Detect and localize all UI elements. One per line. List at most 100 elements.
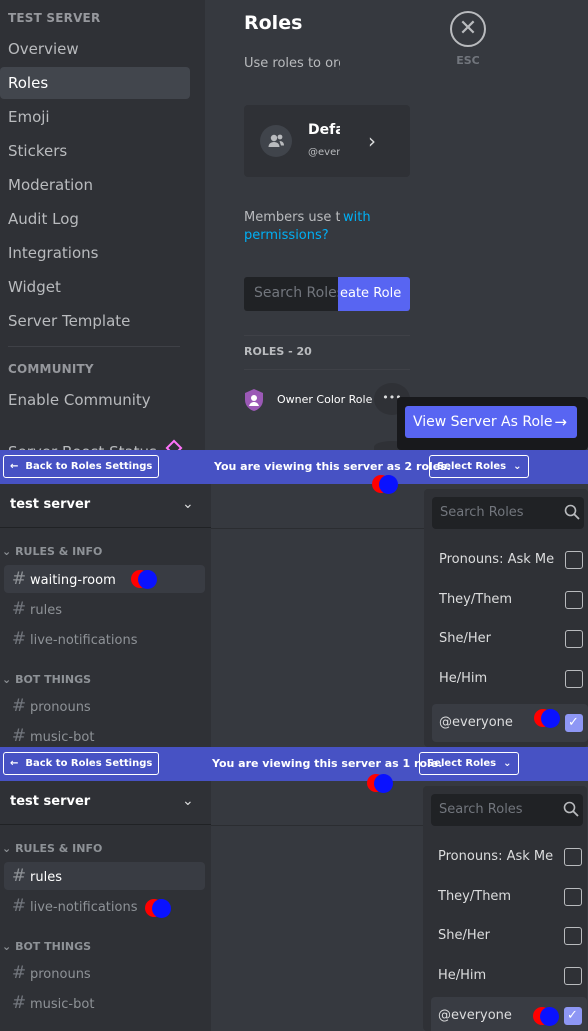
default-card-title: Defa	[308, 122, 340, 138]
role-checkbox[interactable]	[564, 967, 582, 985]
role-option[interactable]: She/Her	[431, 917, 587, 955]
role-option[interactable]: @everyone	[432, 704, 588, 742]
role-checkbox[interactable]	[565, 591, 583, 609]
roles-settings-panel: TEST SERVER Overview Roles Emoji Sticker…	[0, 0, 588, 450]
sidebar-item-roles[interactable]: Roles	[0, 67, 190, 99]
role-checkbox[interactable]	[564, 848, 582, 866]
server-view-panel: test server ⌄ ⌄ RULES & INFO # rules # liv…	[0, 781, 588, 1031]
permissions-link[interactable]: permissions?	[244, 228, 329, 243]
chevron-down-icon: ⌄	[2, 842, 12, 855]
role-option-label: They/Them	[439, 592, 513, 607]
role-checkbox[interactable]	[565, 551, 583, 569]
sidebar-item-emoji[interactable]: Emoji	[0, 101, 190, 133]
category-rules-info[interactable]: ⌄ RULES & INFO	[2, 842, 102, 855]
sidebar-item-audit-log[interactable]: Audit Log	[0, 203, 190, 235]
role-option[interactable]: He/Him	[432, 660, 588, 698]
search-roles-input[interactable]: Search Roles	[244, 277, 340, 311]
back-to-roles-button[interactable]: ← Back to Roles Settings	[3, 455, 160, 478]
back-to-roles-label: Back to Roles Settings	[25, 461, 153, 472]
server-header[interactable]: test server ⌄	[0, 484, 211, 528]
role-checkbox[interactable]	[565, 704, 583, 742]
channel-live-notifications[interactable]: # live-notifications	[4, 625, 205, 653]
close-icon[interactable]: ✕	[450, 11, 486, 47]
view-server-as-role-button[interactable]: View Server As Role →	[405, 406, 577, 438]
channel-music-bot[interactable]: # music-bot	[4, 722, 205, 747]
role-option[interactable]: They/Them	[431, 878, 587, 916]
roles-count-header: ROLES - 20	[244, 345, 312, 358]
sidebar-item-integrations[interactable]: Integrations	[0, 237, 190, 269]
arrow-left-icon: ←	[10, 758, 19, 769]
select-roles-label: Select Roles	[427, 758, 497, 769]
search-roles-placeholder: Search Roles	[254, 285, 340, 301]
sidebar-item-overview[interactable]: Overview	[0, 33, 190, 65]
role-checkbox[interactable]	[565, 670, 583, 688]
channel-sidebar: test server ⌄ ⌄ RULES & INFO # rules # liv…	[0, 781, 211, 1031]
select-roles-label: Select Roles	[437, 461, 507, 472]
category-rules-info[interactable]: ⌄ RULES & INFO	[2, 545, 102, 558]
dropdown-search-input[interactable]: Search Roles	[431, 794, 583, 826]
hashtag-icon: #	[11, 726, 27, 746]
sidebar-item-server-template[interactable]: Server Template	[0, 305, 190, 337]
server-header[interactable]: test server ⌄	[0, 781, 211, 825]
hashtag-icon: #	[11, 569, 27, 589]
role-option[interactable]: Pronouns: Ask Me	[431, 838, 587, 876]
role-option-label: @everyone	[439, 715, 513, 730]
cursor-marker-icon	[533, 1007, 559, 1026]
chevron-down-icon: ⌄	[2, 545, 12, 558]
sidebar-divider	[8, 346, 180, 347]
channel-pronouns[interactable]: # pronouns	[4, 692, 205, 720]
select-roles-button[interactable]: Select Roles ⌄	[429, 455, 530, 478]
server-view-panel: test server ⌄ ⌄ RULES & INFO # waiting-ro…	[0, 484, 588, 747]
hashtag-icon: #	[11, 629, 27, 649]
role-name[interactable]: Owner Color Role	[277, 393, 372, 406]
role-option[interactable]: They/Them	[432, 581, 588, 619]
role-option[interactable]: @everyone	[431, 997, 587, 1031]
hashtag-icon: #	[11, 993, 27, 1013]
channel-waiting-room[interactable]: # waiting-room	[4, 565, 205, 593]
create-role-button[interactable]: eate Role	[338, 277, 410, 311]
category-label: BOT THINGS	[15, 940, 92, 953]
category-label: RULES & INFO	[15, 545, 103, 558]
role-checkbox[interactable]	[564, 927, 582, 945]
sidebar-item-widget[interactable]: Widget	[0, 271, 190, 303]
select-roles-button[interactable]: Select Roles ⌄	[419, 752, 520, 775]
select-roles-dropdown: Search Roles Pronouns: Ask Me They/Them …	[424, 489, 588, 747]
channel-live-notifications[interactable]: # live-notifications	[4, 892, 205, 920]
view-server-as-role-label: View Server As Role	[413, 414, 553, 430]
chevron-right-icon: ›	[368, 129, 376, 153]
sidebar-item-moderation[interactable]: Moderation	[0, 169, 190, 201]
chevron-down-icon: ⌄	[182, 793, 194, 809]
chevron-down-icon: ⌄	[513, 461, 522, 472]
dropdown-search-placeholder: Search Roles	[440, 505, 524, 520]
hashtag-icon: #	[11, 696, 27, 716]
category-bot-things[interactable]: ⌄ BOT THINGS	[2, 940, 91, 953]
role-option[interactable]: He/Him	[431, 957, 587, 995]
sidebar-item-server-boost-status[interactable]: Server Boost Status	[0, 436, 190, 450]
channel-rules[interactable]: # rules	[4, 595, 205, 623]
default-permissions-card[interactable]: Defa @ever ›	[244, 105, 410, 177]
role-checkbox[interactable]	[565, 630, 583, 648]
sidebar-item-enable-community[interactable]: Enable Community	[0, 384, 190, 416]
role-option-label: They/Them	[438, 889, 512, 904]
default-card-subtitle: @ever	[308, 147, 340, 158]
role-option[interactable]: She/Her	[432, 620, 588, 658]
channel-music-bot[interactable]: # music-bot	[4, 989, 205, 1017]
category-bot-things[interactable]: ⌄ BOT THINGS	[2, 673, 91, 686]
back-to-roles-button[interactable]: ← Back to Roles Settings	[3, 752, 160, 775]
sidebar-item-stickers[interactable]: Stickers	[0, 135, 190, 167]
channel-name: music-bot	[30, 997, 95, 1012]
members-link[interactable]: with	[343, 210, 371, 225]
channel-pronouns[interactable]: # pronouns	[4, 959, 205, 987]
dropdown-search-input[interactable]: Search Roles	[432, 497, 584, 529]
hashtag-icon: #	[11, 599, 27, 619]
members-text: Members use th	[244, 210, 340, 225]
sidebar-community-header: COMMUNITY	[8, 362, 94, 376]
role-option-label: She/Her	[438, 928, 490, 943]
channel-rules[interactable]: # rules	[4, 862, 205, 890]
roles-divider	[244, 369, 410, 370]
chevron-down-icon: ⌄	[2, 940, 12, 953]
role-checkbox[interactable]	[564, 997, 582, 1031]
role-option[interactable]: Pronouns: Ask Me	[432, 541, 588, 579]
channel-name: rules	[30, 603, 62, 618]
role-checkbox[interactable]	[564, 888, 582, 906]
